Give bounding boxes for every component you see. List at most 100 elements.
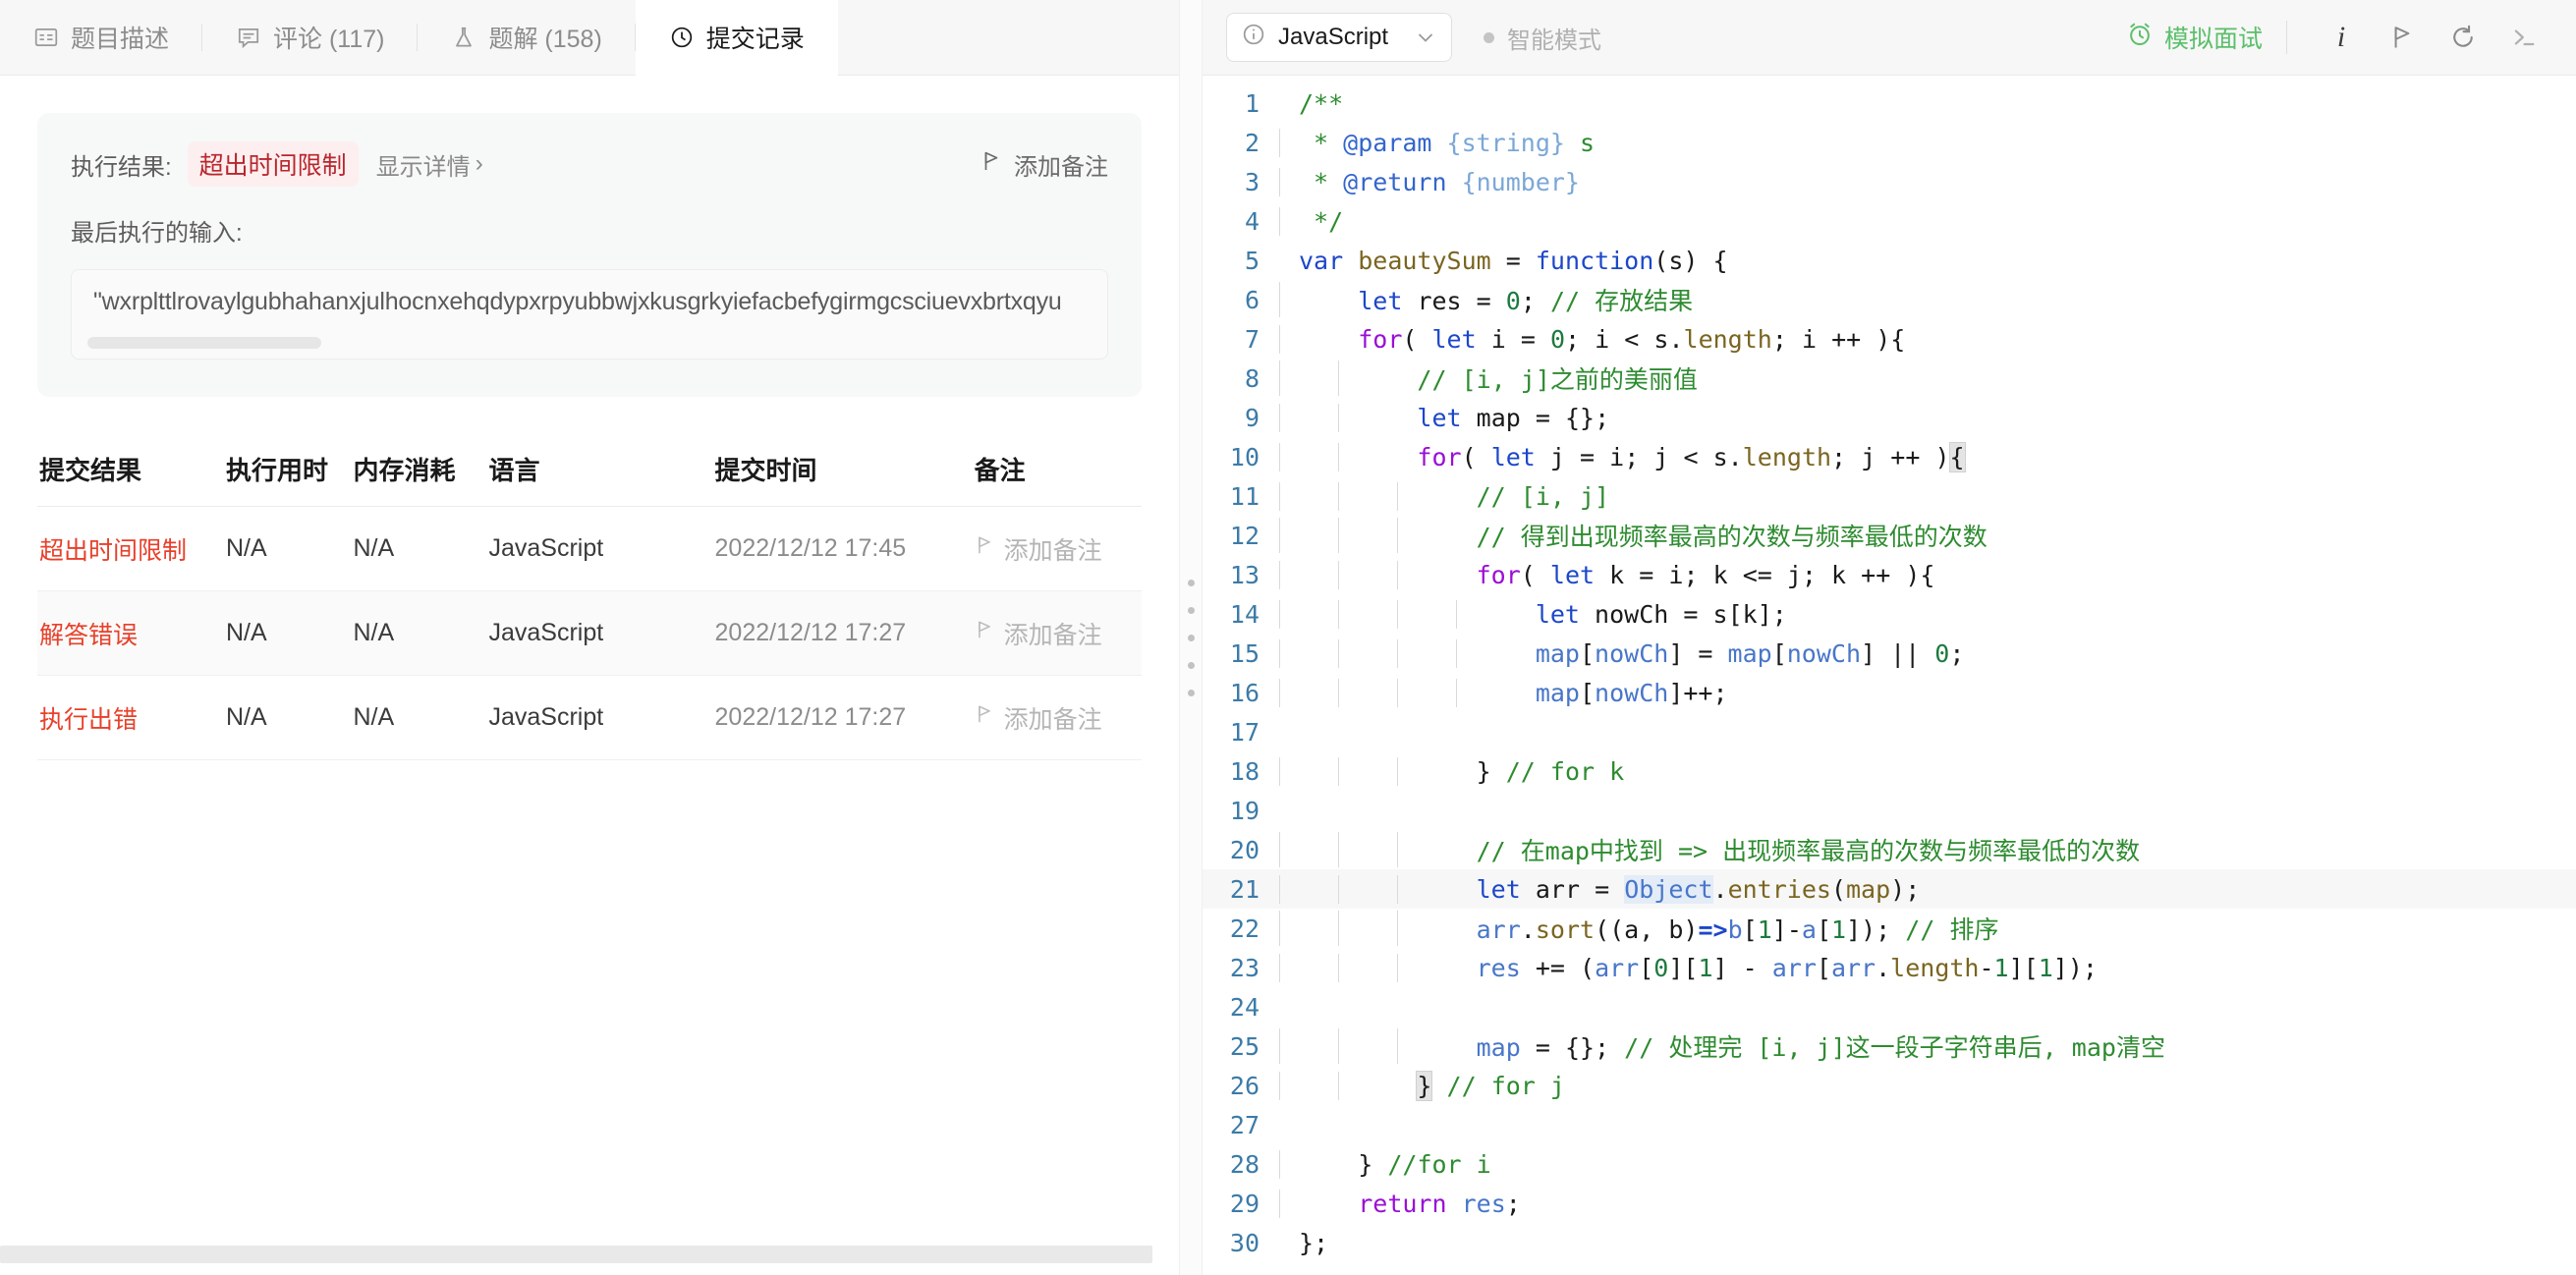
left-panel: 题目描述 评论 (117) 题解 (158) 提交记录 执行结果: 超出时间限制… [0,0,1179,1275]
console-icon[interactable] [2493,10,2554,65]
execution-result-row: 执行结果: 超出时间限制 显示详情 › 添加备注 [71,141,1108,187]
code-content: map = {}; // 处理完 [i, j]这一段子字符串后, map清空 [1279,1028,2165,1064]
code-line: 8 // [i, j]之前的美丽值 [1203,359,2576,398]
line-number: 12 [1229,521,1260,550]
code-line: 26 } // for j [1203,1066,2576,1105]
panel-splitter-handle[interactable] [1179,0,1203,1275]
line-number: 20 [1229,835,1260,864]
code-line: 13 for( let k = i; k <= j; k ++ ){ [1203,555,2576,594]
cell-result: 执行出错 [39,705,139,734]
line-number: 6 [1244,285,1260,314]
submissions-table: 提交结果 执行用时 内存消耗 语言 提交时间 备注 超出时间限制 N/A N/A… [37,432,1142,760]
last-input-box[interactable]: "wxrplttlrovaylgubhahanxjulhocnxehqdypxr… [71,269,1108,360]
code-content: // 得到出现频率最高的次数与频率最低的次数 [1279,518,1988,553]
code-line: 12 // 得到出现频率最高的次数与频率最低的次数 [1203,516,2576,555]
th-result: 提交结果 [39,456,142,485]
code-line: 6 let res = 0; // 存放结果 [1203,280,2576,319]
code-content: * @return {number} [1279,167,1580,196]
flag-icon[interactable] [2372,10,2433,65]
reset-icon[interactable] [2433,10,2493,65]
code-line: 15 map[nowCh] = map[nowCh] || 0; [1203,634,2576,673]
code-line: 14 let nowCh = s[k]; [1203,594,2576,634]
left-panel-horizontal-scrollbar[interactable] [0,1246,1159,1263]
info-italic-icon[interactable]: i [2311,10,2372,65]
line-number: 5 [1244,246,1260,275]
line-number: 28 [1229,1149,1260,1179]
tab-label: 题目描述 [71,26,170,53]
line-number: 21 [1229,874,1260,904]
cell-runtime: N/A [225,619,267,646]
code-content: map[nowCh] = map[nowCh] || 0; [1279,638,1964,668]
flag-icon [980,149,1002,180]
tab-label: 题解 (158) [488,26,602,53]
cell-note[interactable]: 添加备注 [975,531,1142,567]
smart-mode-label: 智能模式 [1507,27,1602,54]
cell-time: 2022/12/12 17:45 [714,534,907,562]
code-content: } //for i [1279,1149,1491,1179]
code-line: 9 let map = {}; [1203,398,2576,437]
show-detail-link[interactable]: 显示详情 › [376,147,483,182]
submissions-scroll-area: 执行结果: 超出时间限制 显示详情 › 添加备注 最后执行的输入: "wxrpl… [0,76,1179,1275]
last-input-label: 最后执行的输入: [71,220,243,247]
tab-bar: 题目描述 评论 (117) 题解 (158) 提交记录 [0,0,1179,76]
line-number: 22 [1229,914,1260,943]
right-panel: JavaScript 智能模式 模拟面试 i 1 /** 2 * @param … [1203,0,2576,1275]
language-selector[interactable]: JavaScript [1226,13,1453,62]
code-content: /** [1299,88,1344,118]
code-editor[interactable]: 1 /** 2 * @param {string} s 3 * @return … [1203,76,2576,1275]
table-row[interactable]: 解答错误 N/A N/A JavaScript 2022/12/12 17:27… [37,591,1142,676]
code-line: 10 for( let j = i; j < s.length; j ++ ){ [1203,437,2576,476]
line-number: 15 [1229,638,1260,668]
line-number: 26 [1229,1071,1260,1100]
code-content: return res; [1279,1189,1521,1218]
th-runtime: 执行用时 [225,456,328,485]
mock-interview-button[interactable]: 模拟面试 [2126,20,2286,55]
code-content: // [i, j]之前的美丽值 [1279,360,1698,396]
flask-icon [451,25,476,50]
cell-language: JavaScript [488,534,604,562]
line-number: 2 [1244,128,1260,157]
tab-description[interactable]: 题目描述 [0,0,203,75]
th-language: 语言 [488,456,540,485]
execution-result-card: 执行结果: 超出时间限制 显示详情 › 添加备注 最后执行的输入: "wxrpl… [37,113,1142,397]
code-content: res += (arr[0][1] - arr[arr.length-1][1]… [1279,953,2098,982]
code-content: // [i, j] [1279,481,1609,511]
code-content: for( let i = 0; i < s.length; i ++ ){ [1279,324,1905,354]
th-time: 提交时间 [714,456,817,485]
cell-memory: N/A [353,534,395,562]
tab-submissions[interactable]: 提交记录 [635,0,838,76]
code-line: 29 return res; [1203,1184,2576,1223]
code-line: 19 [1203,791,2576,830]
tab-solutions[interactable]: 题解 (158) [418,0,637,75]
input-horizontal-scrollbar[interactable] [87,337,321,349]
code-line: 23 res += (arr[0][1] - arr[arr.length-1]… [1203,948,2576,987]
tab-comments[interactable]: 评论 (117) [202,0,419,75]
line-number: 16 [1229,678,1260,707]
cell-note[interactable]: 添加备注 [975,616,1142,651]
code-line: 11 // [i, j] [1203,476,2576,516]
code-line: 7 for( let i = 0; i < s.length; i ++ ){ [1203,319,2576,359]
status-dot-icon [1484,31,1495,43]
code-content: let res = 0; // 存放结果 [1279,282,1693,317]
table-row[interactable]: 超出时间限制 N/A N/A JavaScript 2022/12/12 17:… [37,507,1142,591]
table-row[interactable]: 执行出错 N/A N/A JavaScript 2022/12/12 17:27… [37,676,1142,760]
code-content: map[nowCh]++; [1279,678,1728,707]
line-number: 1 [1244,88,1260,118]
flag-icon [975,619,994,647]
editor-toolbar: JavaScript 智能模式 模拟面试 i [1203,0,2576,76]
line-number: 13 [1229,560,1260,589]
smart-mode-toggle[interactable]: 智能模式 [1484,21,1601,55]
line-number: 25 [1229,1031,1260,1061]
add-note-button[interactable]: 添加备注 [980,147,1108,182]
cell-result: 超出时间限制 [39,536,188,565]
cell-language: JavaScript [488,703,604,731]
line-number: 7 [1244,324,1260,354]
flag-icon [975,534,994,563]
cell-runtime: N/A [225,703,267,731]
code-content: let arr = Object.entries(map); [1279,874,1920,904]
line-number: 18 [1229,756,1260,786]
toolbar-right-group: 模拟面试 i [2126,10,2554,65]
cell-note[interactable]: 添加备注 [975,700,1142,736]
chevron-down-icon [1414,26,1437,49]
code-line: 4 */ [1203,201,2576,241]
